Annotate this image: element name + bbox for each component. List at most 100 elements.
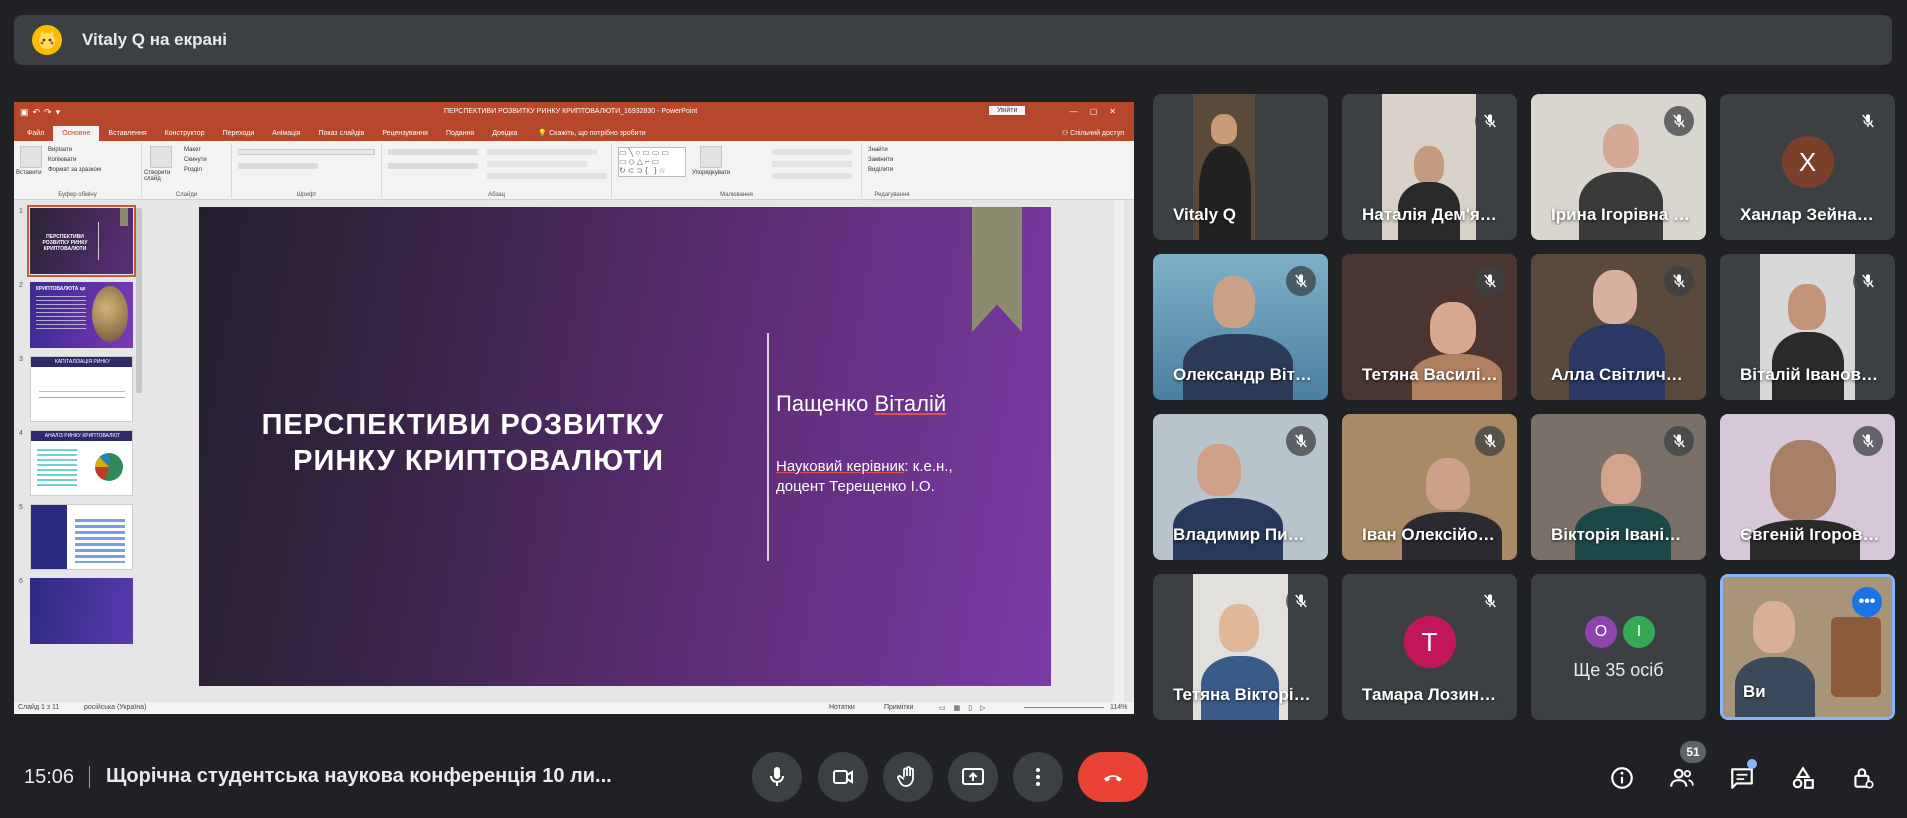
participant-tile[interactable]: Олександр Віталійович: [1153, 254, 1328, 400]
self-tile[interactable]: ••• Ви: [1720, 574, 1895, 720]
cut-button[interactable]: Вирізати: [48, 147, 72, 153]
section-button[interactable]: Розділ: [184, 167, 202, 173]
slide-thumb-5[interactable]: [30, 504, 133, 570]
mic-icon: [770, 767, 784, 786]
list-buttons[interactable]: [388, 149, 478, 155]
layout-button[interactable]: Макет: [184, 147, 201, 153]
participant-tile[interactable]: Іван Олексійович: [1342, 414, 1517, 560]
align-buttons[interactable]: [388, 163, 478, 169]
pp-tab-insert[interactable]: Вставлення: [99, 130, 155, 141]
font-format-buttons[interactable]: [238, 163, 318, 169]
participant-tile[interactable]: Тетяна Василівна: [1342, 254, 1517, 400]
pp-tab-home[interactable]: Основне: [53, 126, 100, 141]
camera-button[interactable]: [818, 752, 868, 802]
reset-button[interactable]: Скинути: [184, 157, 207, 163]
participant-tile[interactable]: Х Ханлар Зейналов: [1720, 94, 1895, 240]
mic-off-icon: [1286, 586, 1316, 616]
slide-thumb-3[interactable]: КАПІТАЛІЗАЦІЯ РИНКУ: [30, 356, 133, 422]
pp-tab-slideshow[interactable]: Показ слайдів: [309, 130, 373, 141]
arrange-label[interactable]: Упорядкувати: [692, 170, 730, 176]
participants-count-badge: 51: [1680, 741, 1706, 763]
format-painter-button[interactable]: Формат за зразком: [48, 167, 101, 173]
thumb-number: 5: [19, 504, 23, 511]
more-options-button[interactable]: [1013, 752, 1063, 802]
participant-tile[interactable]: Т Тамара Лозинська: [1342, 574, 1517, 720]
more-options-icon[interactable]: •••: [1852, 587, 1882, 617]
more-vert-icon: [1036, 768, 1040, 786]
replace-button[interactable]: Замінити: [868, 157, 893, 163]
activities-icon[interactable]: [1789, 764, 1817, 792]
font-name-box[interactable]: [238, 149, 375, 155]
more-participants-label: Ще 35 осіб: [1573, 660, 1664, 680]
leave-call-button[interactable]: [1078, 752, 1148, 802]
participant-tile[interactable]: Тетяна Вікторівна: [1153, 574, 1328, 720]
thumb-number: 6: [19, 578, 23, 585]
pp-share-button[interactable]: ⚇ Спільний доступ: [1062, 129, 1134, 141]
new-slide-label[interactable]: Створити слайд: [144, 170, 180, 182]
shape-effects-button[interactable]: [772, 173, 852, 179]
avatar: Т: [1403, 616, 1456, 668]
zoom-level[interactable]: 114%: [1110, 704, 1127, 711]
host-controls-icon[interactable]: [1849, 764, 1877, 792]
participant-name: Владимир Пилипенко: [1173, 525, 1313, 544]
slide-thumb-4[interactable]: АНАЛІЗ РИНКУ КРИПТОВАЛЮТ: [30, 430, 133, 496]
current-slide[interactable]: ПЕРСПЕКТИВИ РОЗВИТКУ РИНКУ КРИПТОВАЛЮТИ …: [199, 207, 1051, 686]
quick-access-icons: ▣↶↷▾: [20, 107, 65, 117]
participant-tile[interactable]: Владимир Пилипенко: [1153, 414, 1328, 560]
slide-bookmark-decoration: [972, 207, 1022, 332]
participant-tile[interactable]: Алла Світличная: [1531, 254, 1706, 400]
paste-icon[interactable]: [20, 146, 42, 168]
present-button[interactable]: [948, 752, 998, 802]
smartart-button[interactable]: [487, 173, 607, 179]
pp-tab-transitions[interactable]: Переходи: [214, 130, 264, 141]
shapes-gallery[interactable]: ▭╲○▭▭▭ ▭◇△⌐▭ ↻⊂⊃{ }☆: [618, 147, 686, 177]
notes-button[interactable]: Нотатки: [829, 704, 855, 711]
copy-button[interactable]: Копіювати: [48, 157, 76, 163]
thumb-number: 4: [19, 430, 23, 437]
arrange-icon[interactable]: [700, 146, 722, 168]
shape-outline-button[interactable]: [772, 161, 852, 167]
meeting-details-icon[interactable]: [1608, 764, 1636, 792]
pp-status-bar: Слайд 1 з 11 російська (Україна) Нотатки…: [14, 702, 1134, 714]
people-icon[interactable]: [1668, 764, 1696, 792]
pp-tab-animation[interactable]: Анімація: [263, 130, 309, 141]
pp-document-title: ПЕРСПЕКТИВИ РОЗВИТКУ РИНКУ КРИПТОВАЛЮТИ_…: [444, 108, 698, 115]
participant-name: Ірина Ігорівна Петренко: [1551, 205, 1691, 224]
participant-tile[interactable]: Vitaly Q: [1153, 94, 1328, 240]
pp-tab-design[interactable]: Конструктор: [156, 130, 214, 141]
pp-tab-file[interactable]: Файл: [18, 130, 53, 141]
participant-tile[interactable]: Вікторія Іванівна: [1531, 414, 1706, 560]
comments-button[interactable]: Примітки: [884, 704, 913, 711]
participant-tile[interactable]: Ірина Ігорівна Петренко: [1531, 94, 1706, 240]
mic-button[interactable]: [752, 752, 802, 802]
participant-tile[interactable]: Наталія Дем'яненко: [1342, 94, 1517, 240]
pp-tab-help[interactable]: Довідка: [483, 130, 526, 141]
slide-scrollbar[interactable]: [1114, 200, 1124, 702]
participant-name: Євгеній Ігорович: [1740, 525, 1880, 544]
new-slide-icon[interactable]: [150, 146, 172, 168]
more-participants-tile[interactable]: О І Ще 35 осіб: [1531, 574, 1706, 720]
thumbnails-scrollbar[interactable]: [136, 208, 142, 393]
window-controls[interactable]: —▢✕: [1070, 107, 1128, 116]
paste-label[interactable]: Вставити: [16, 170, 42, 176]
participant-tile[interactable]: Віталій Іванович: [1720, 254, 1895, 400]
slide-thumb-1[interactable]: ПЕРСПЕКТИВИ РОЗВИТКУ РИНКУ КРИПТОВАЛЮТИ: [27, 205, 136, 277]
language-indicator[interactable]: російська (Україна): [84, 704, 146, 711]
participant-name: Іван Олексійович: [1362, 525, 1502, 544]
mic-off-icon: [1853, 106, 1883, 136]
slide-thumb-2[interactable]: КРИПТОВАЛЮТА це: [30, 282, 133, 348]
text-direction-buttons[interactable]: [487, 149, 597, 155]
pp-login-button[interactable]: Увійти: [989, 106, 1026, 115]
view-buttons[interactable]: ▭▦▯▷: [939, 704, 993, 712]
pp-tab-view[interactable]: Подання: [437, 130, 483, 141]
slide-thumb-6[interactable]: [30, 578, 133, 644]
zoom-slider[interactable]: [1024, 707, 1104, 708]
select-button[interactable]: Виділити: [868, 167, 893, 173]
shape-fill-button[interactable]: [772, 149, 852, 155]
align-text-buttons[interactable]: [487, 161, 587, 167]
pp-tab-review[interactable]: Рецензування: [373, 130, 437, 141]
participant-tile[interactable]: Євгеній Ігорович: [1720, 414, 1895, 560]
find-button[interactable]: Знайти: [868, 147, 888, 153]
raise-hand-button[interactable]: [883, 752, 933, 802]
pp-tell-me[interactable]: 💡 Скажіть, що потрібно зробити: [526, 129, 645, 141]
